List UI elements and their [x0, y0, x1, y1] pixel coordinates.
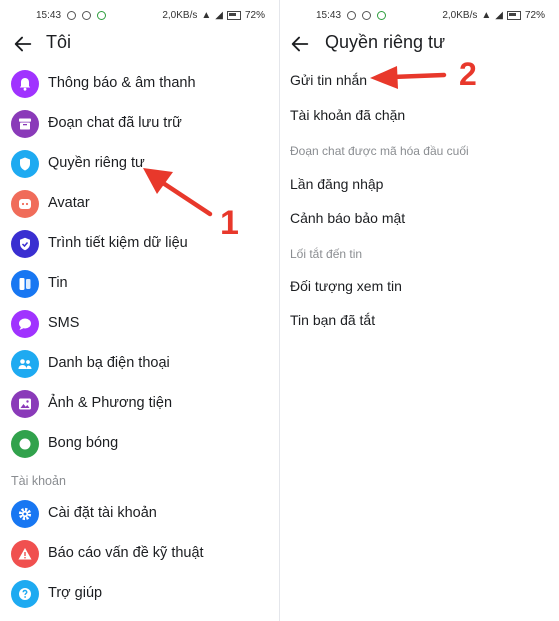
battery-icon: [226, 11, 241, 20]
menu-item-label: Tin: [48, 275, 68, 291]
menu-item-stories[interactable]: Tin: [0, 264, 279, 304]
avatar-icon: [11, 190, 39, 218]
battery-icon: [506, 11, 521, 20]
menu-item-label: SMS: [48, 315, 80, 331]
left-screen: 15:43 2,0KB/s ▲ ◢ 72% Tôi Thông báo & âm…: [0, 0, 279, 621]
gear-icon: [11, 500, 39, 528]
bubble-icon: [11, 430, 39, 458]
app-bar: Tôi: [0, 30, 279, 60]
contacts-icon: [11, 350, 39, 378]
app-bar: Quyền riêng tư: [280, 30, 559, 60]
notification-icon: [347, 11, 357, 20]
archive-icon: [11, 110, 39, 138]
menu-item-label: Quyền riêng tư: [48, 155, 145, 171]
menu-item-notifications[interactable]: Thông báo & âm thanh: [0, 64, 279, 104]
right-screen: 15:43 2,0KB/s ▲ ◢ 72% Quyền riêng tư Gửi…: [280, 0, 559, 621]
section-header-story: Lối tắt đến tin: [290, 247, 363, 261]
status-bar: 15:43 2,0KB/s ▲ ◢ 72%: [0, 0, 279, 30]
battery-level: 72%: [244, 10, 265, 21]
menu-item-logins[interactable]: Lần đăng nhập: [290, 176, 383, 192]
photo-icon: [11, 390, 39, 418]
bell-icon: [11, 70, 39, 98]
battery-level: 72%: [524, 10, 545, 21]
data-saver-icon: [11, 230, 39, 258]
story-icon: [11, 270, 39, 298]
menu-item-label: Trình tiết kiệm dữ liệu: [48, 235, 188, 251]
menu-item-story-audience[interactable]: Đối tượng xem tin: [290, 278, 402, 294]
status-time: 15:43: [316, 10, 342, 21]
section-header-encrypted: Đoạn chat được mã hóa đầu cuối: [290, 144, 469, 158]
menu-item-sms[interactable]: SMS: [0, 304, 279, 344]
menu-item-phone-contacts[interactable]: Danh bạ điện thoại: [0, 344, 279, 384]
signal-icon: ▲: [481, 10, 492, 21]
help-icon: [11, 580, 39, 608]
notification-icon: [67, 11, 77, 20]
wifi-icon: ◢: [495, 10, 503, 21]
menu-item-label: Thông báo & âm thanh: [48, 75, 196, 91]
menu-item-label: Trợ giúp: [48, 585, 103, 601]
back-arrow-icon[interactable]: [12, 33, 34, 55]
menu-item-label: Avatar: [48, 195, 90, 211]
back-arrow-icon[interactable]: [289, 33, 311, 55]
page-title: Tôi: [46, 32, 72, 52]
menu-item-label: Ảnh & Phương tiện: [48, 395, 173, 411]
menu-item-report-problem[interactable]: Báo cáo vấn đề kỹ thuật: [0, 534, 279, 574]
section-header-account: Tài khoản: [11, 474, 66, 488]
menu-item-privacy[interactable]: Quyền riêng tư: [0, 144, 279, 184]
network-speed: 2,0KB/s: [442, 10, 478, 21]
menu-item-label: Báo cáo vấn đề kỹ thuật: [48, 545, 204, 561]
menu-item-label: Bong bóng: [48, 435, 119, 451]
sms-icon: [11, 310, 39, 338]
page-title: Quyền riêng tư: [325, 32, 446, 52]
signal-icon: ▲: [201, 10, 212, 21]
shield-icon: [11, 150, 39, 178]
menu-item-label: Danh bạ điện thoại: [48, 355, 170, 371]
menu-item-security-alerts[interactable]: Cảnh báo bảo mật: [290, 210, 405, 226]
menu-item-account-settings[interactable]: Cài đặt tài khoản: [0, 494, 279, 534]
menu-item-message-delivery[interactable]: Gửi tin nhắn: [290, 72, 367, 88]
menu-item-photos-media[interactable]: Ảnh & Phương tiện: [0, 384, 279, 424]
menu-item-archived-chats[interactable]: Đoạn chat đã lưu trữ: [0, 104, 279, 144]
menu-item-data-saver[interactable]: Trình tiết kiệm dữ liệu: [0, 224, 279, 264]
menu-item-muted-stories[interactable]: Tin bạn đã tắt: [290, 312, 375, 328]
notification-icon: [97, 11, 107, 20]
notification-icon: [82, 11, 92, 20]
notification-icon: [377, 11, 387, 20]
menu-item-label: Đoạn chat đã lưu trữ: [48, 115, 182, 131]
wifi-icon: ◢: [215, 10, 223, 21]
menu-item-label: Cài đặt tài khoản: [48, 505, 157, 521]
menu-item-blocked-accounts[interactable]: Tài khoản đã chặn: [290, 107, 405, 123]
status-time: 15:43: [36, 10, 62, 21]
network-speed: 2,0KB/s: [162, 10, 198, 21]
menu-item-bubbles[interactable]: Bong bóng: [0, 424, 279, 464]
notification-icon: [362, 11, 372, 20]
menu-item-help[interactable]: Trợ giúp: [0, 574, 279, 614]
menu-item-avatar[interactable]: Avatar: [0, 184, 279, 224]
status-bar: 15:43 2,0KB/s ▲ ◢ 72%: [280, 0, 559, 30]
warning-icon: [11, 540, 39, 568]
